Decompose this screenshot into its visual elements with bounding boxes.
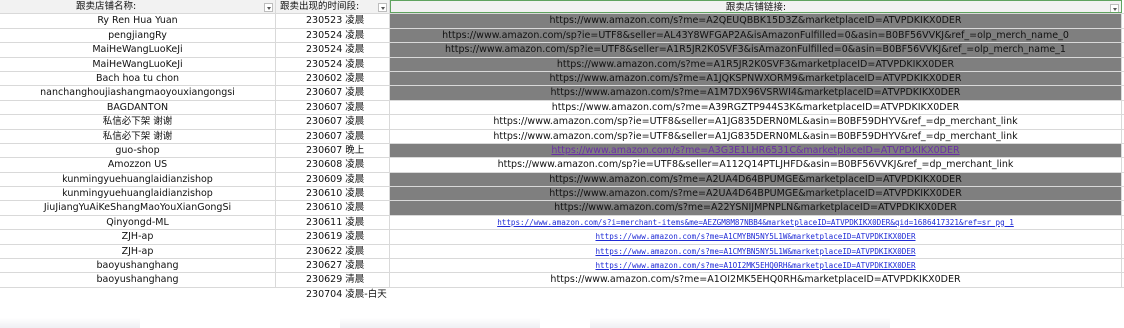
filter-dropdown-icon[interactable] — [378, 3, 387, 12]
header-time-period-label: 跟卖出现的时间段: — [280, 1, 360, 12]
shop-name-cell[interactable]: kunmingyuehuanglaidianzishop — [0, 172, 276, 187]
shop-name-cell[interactable]: 私信必下架 谢谢 — [0, 115, 276, 129]
shop-name-cell[interactable]: guo-shop — [0, 143, 276, 158]
table-row: kunmingyuehuanglaidianzishop 230609 凌晨 h… — [0, 172, 1124, 188]
shop-name-cell[interactable]: MaiHeWangLuoKeJi — [0, 57, 276, 71]
table-row: MaiHeWangLuoKeJi 230524 凌晨 https://www.a… — [0, 57, 1124, 72]
time-cell[interactable]: 230609 凌晨 — [276, 172, 390, 187]
shop-name-cell[interactable]: Bach hoa tu chon — [0, 71, 276, 86]
shop-name-cell[interactable] — [0, 288, 276, 302]
time-cell[interactable]: 230524 凌晨 — [276, 28, 390, 43]
shop-name-cell[interactable]: nanchanghoujiashangmaoyouxiangongsi — [0, 86, 276, 100]
shop-name-cell[interactable]: 私信必下架 谢谢 — [0, 129, 276, 143]
link-cell[interactable]: https://www.amazon.com/s?me=A1OI2MK5EHQ0… — [390, 273, 1122, 287]
time-cell[interactable]: 230608 凌晨 — [276, 158, 390, 172]
time-cell[interactable]: 230607 凌晨 — [276, 115, 390, 129]
link-cell[interactable]: https://www.amazon.com/sp?ie=UTF8&seller… — [390, 115, 1122, 129]
link-cell[interactable]: https://www.amazon.com/s?me=A1M7DX96VSRW… — [390, 86, 1122, 100]
link-cell[interactable]: https://www.amazon.com/s?me=A2QEUQBBK15D… — [390, 14, 1122, 28]
blur-artifact — [340, 318, 540, 328]
time-cell[interactable]: 230607 凌晨 — [276, 86, 390, 100]
header-time-period[interactable]: 跟卖出现的时间段: — [276, 0, 390, 14]
link-cell[interactable]: https://www.amazon.com/s?me=A1CMYBN5NY5L… — [390, 244, 1122, 259]
table-row: baoyushanghang 230629 清晨 https://www.ama… — [0, 273, 1124, 288]
shop-name-cell[interactable]: ZJH-ap — [0, 244, 276, 259]
time-cell[interactable]: 230629 清晨 — [276, 273, 390, 287]
header-shop-link-label: 跟卖店铺链接: — [725, 2, 787, 13]
filter-dropdown-icon[interactable] — [1110, 4, 1119, 13]
table-row: 230704 凌晨-白天 — [0, 288, 1124, 302]
header-row: 跟卖店铺名称: 跟卖出现的时间段: 跟卖店铺链接: — [0, 0, 1124, 15]
link-cell[interactable]: https://www.amazon.com/s?me=A2UA4D64BPUM… — [390, 172, 1122, 187]
shop-name-cell[interactable]: BAGDANTON — [0, 100, 276, 115]
link-cell[interactable]: https://www.amazon.com/s?me=A1JQKSPNWXOR… — [390, 71, 1122, 86]
time-cell[interactable]: 230610 凌晨 — [276, 187, 390, 201]
table-row: ZJH-ap 230622 凌晨 https://www.amazon.com/… — [0, 244, 1124, 260]
table-row: MaiHeWangLuoKeJi 230524 凌晨 https://www.a… — [0, 43, 1124, 58]
table-row: 私信必下架 谢谢 230607 凌晨 https://www.amazon.co… — [0, 115, 1124, 130]
blur-artifact — [0, 318, 140, 328]
time-cell[interactable]: 230627 凌晨 — [276, 259, 390, 273]
shop-name-cell[interactable]: baoyushanghang — [0, 273, 276, 287]
link-cell[interactable]: https://www.amazon.com/s?me=A1R5JR2K0SVF… — [390, 57, 1122, 71]
time-cell[interactable]: 230524 凌晨 — [276, 57, 390, 71]
filter-dropdown-icon[interactable] — [264, 3, 273, 12]
link-cell[interactable]: https://www.amazon.com/sp?ie=UTF8&seller… — [390, 43, 1122, 57]
shop-name-cell[interactable]: pengjiangRy — [0, 28, 276, 43]
time-cell[interactable]: 230523 凌晨 — [276, 14, 390, 28]
header-shop-name[interactable]: 跟卖店铺名称: — [0, 0, 276, 14]
link-cell[interactable]: https://www.amazon.com/sp?ie=UTF8&seller… — [390, 129, 1122, 143]
table-row: nanchanghoujiashangmaoyouxiangongsi 2306… — [0, 86, 1124, 101]
spreadsheet: 跟卖店铺名称: 跟卖出现的时间段: 跟卖店铺链接: Ry Ren Hua Yua… — [0, 0, 1124, 328]
link-cell[interactable] — [390, 288, 1122, 302]
link-cell[interactable]: https://www.amazon.com/s?me=A2UA4D64BPUM… — [390, 187, 1122, 201]
link-cell[interactable]: https://www.amazon.com/s?me=A1OI2MK5EHQ0… — [390, 259, 1122, 273]
time-cell[interactable]: 230619 凌晨 — [276, 230, 390, 244]
shop-name-cell[interactable]: Ry Ren Hua Yuan — [0, 14, 276, 28]
time-cell[interactable]: 230607 凌晨 — [276, 129, 390, 143]
table-row: BAGDANTON 230607 凌晨 https://www.amazon.c… — [0, 100, 1124, 116]
shop-name-cell[interactable]: Qinyongd-ML — [0, 215, 276, 230]
table-row: pengjiangRy 230524 凌晨 https://www.amazon… — [0, 28, 1124, 44]
link-cell[interactable]: https://www.amazon.com/sp?ie=UTF8&seller… — [390, 158, 1122, 172]
time-cell[interactable]: 230607 晚上 — [276, 143, 390, 158]
link-cell[interactable]: https://www.amazon.com/s?me=A39RGZTP944S… — [390, 100, 1122, 115]
table-row: Bach hoa tu chon 230602 凌晨 https://www.a… — [0, 71, 1124, 87]
shop-name-cell[interactable]: kunmingyuehuanglaidianzishop — [0, 187, 276, 201]
header-shop-link[interactable]: 跟卖店铺链接: — [390, 0, 1122, 14]
table-row: kunmingyuehuanglaidianzishop 230610 凌晨 h… — [0, 187, 1124, 202]
time-cell[interactable]: 230610 凌晨 — [276, 201, 390, 215]
shop-name-cell[interactable]: JiuJiangYuAiKeShangMaoYouXianGongSi — [0, 201, 276, 215]
link-cell[interactable]: https://www.amazon.com/s?me=A22YSNIJMPNP… — [390, 201, 1122, 215]
table-row: ZJH-ap 230619 凌晨 https://www.amazon.com/… — [0, 230, 1124, 245]
table-row: JiuJiangYuAiKeShangMaoYouXianGongSi 2306… — [0, 201, 1124, 216]
blur-artifact — [590, 318, 890, 328]
table-row: Ry Ren Hua Yuan 230523 凌晨 https://www.am… — [0, 14, 1124, 29]
time-cell[interactable]: 230704 凌晨-白天 — [276, 288, 390, 302]
link-cell[interactable]: https://www.amazon.com/s?me=A1CMYBN5NY5L… — [390, 230, 1122, 244]
time-cell[interactable]: 230524 凌晨 — [276, 43, 390, 57]
shop-name-cell[interactable]: baoyushanghang — [0, 259, 276, 273]
link-cell[interactable]: https://www.amazon.com/sp?ie=UTF8&seller… — [390, 28, 1122, 43]
table-row: Amozzon US 230608 凌晨 https://www.amazon.… — [0, 158, 1124, 173]
time-cell[interactable]: 230607 凌晨 — [276, 100, 390, 115]
table-row: Qinyongd-ML 230611 凌晨 https://www.amazon… — [0, 215, 1124, 231]
shop-name-cell[interactable]: MaiHeWangLuoKeJi — [0, 43, 276, 57]
shop-name-cell[interactable]: Amozzon US — [0, 158, 276, 172]
link-cell[interactable]: https://www.amazon.com/s?me=A3G3E1LHR653… — [390, 143, 1122, 158]
link-cell[interactable]: https://www.amazon.com/s?i=merchant-item… — [390, 215, 1122, 230]
time-cell[interactable]: 230602 凌晨 — [276, 71, 390, 86]
shop-name-cell[interactable]: ZJH-ap — [0, 230, 276, 244]
table-row: guo-shop 230607 晚上 https://www.amazon.co… — [0, 143, 1124, 159]
header-shop-name-label: 跟卖店铺名称: — [76, 1, 137, 12]
time-cell[interactable]: 230611 凌晨 — [276, 215, 390, 230]
table-row: 私信必下架 谢谢 230607 凌晨 https://www.amazon.co… — [0, 129, 1124, 144]
time-cell[interactable]: 230622 凌晨 — [276, 244, 390, 259]
table-row: baoyushanghang 230627 凌晨 https://www.ama… — [0, 259, 1124, 274]
